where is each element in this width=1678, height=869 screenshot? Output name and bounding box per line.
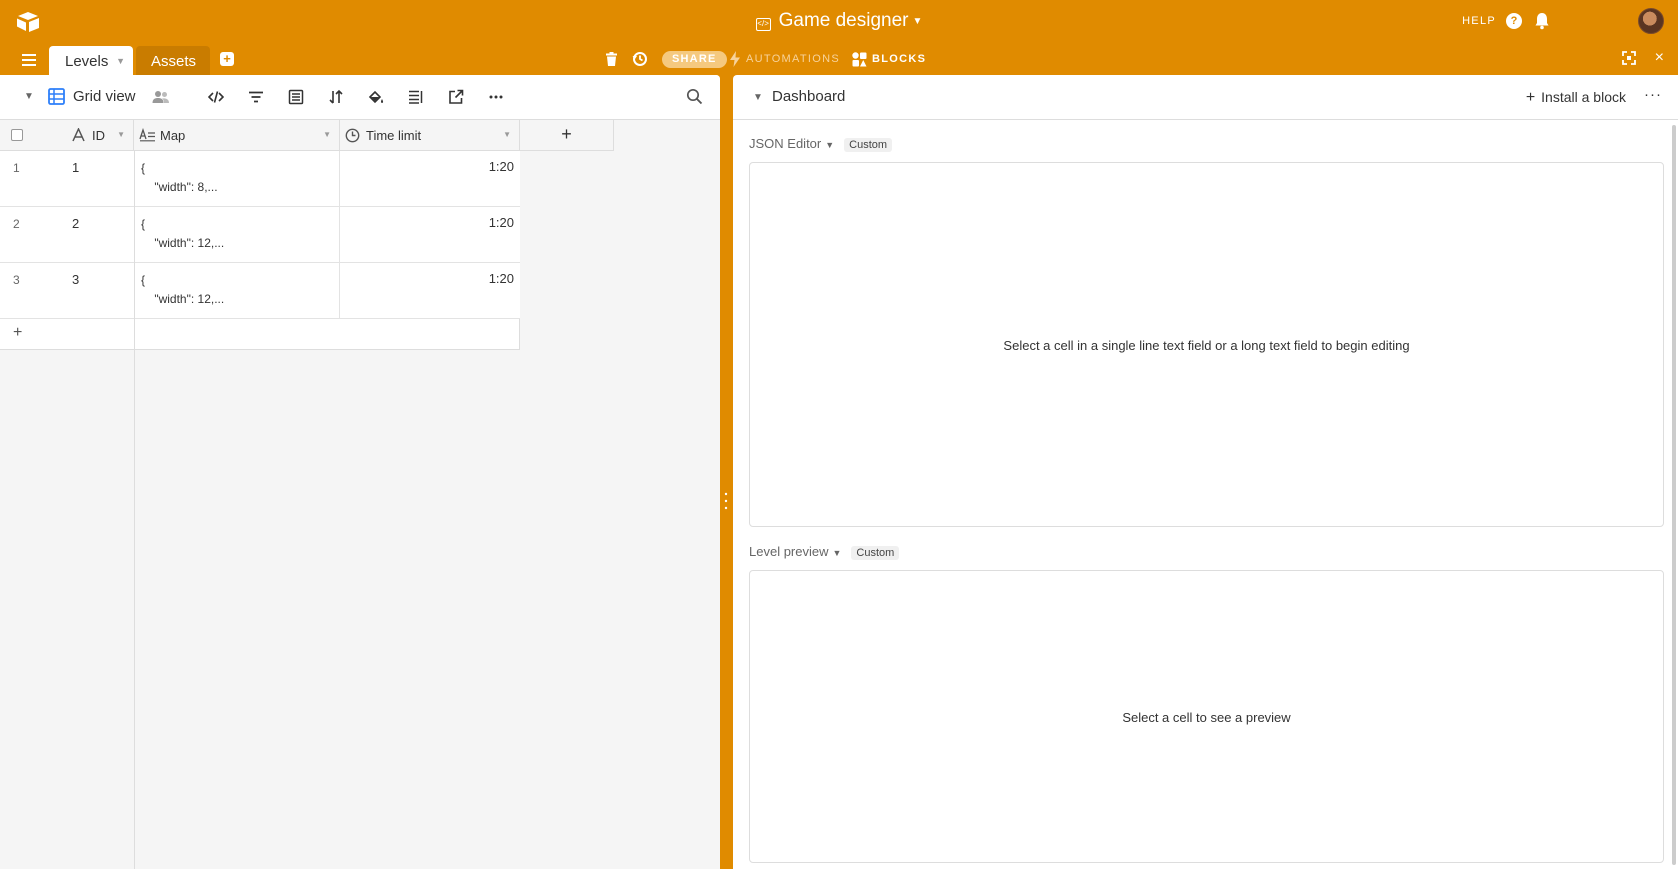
collaborative-view-icon[interactable] bbox=[152, 89, 170, 105]
plus-icon: + bbox=[1525, 89, 1536, 106]
grid-panel: ▼ Grid view ID ▼ Map ▼ Time limit ▼ + 1 … bbox=[0, 75, 720, 869]
block-empty-message: Select a cell in a single line text fiel… bbox=[1003, 338, 1410, 353]
table-tab-bar: Levels ▼ Assets + SHARE AUTOMATIONS BLOC… bbox=[0, 44, 1678, 75]
column-label-id: ID bbox=[92, 128, 105, 143]
block-header-json-editor[interactable]: JSON Editor ▼ Custom bbox=[749, 136, 893, 152]
select-all-checkbox[interactable] bbox=[11, 129, 23, 141]
dashboard-title[interactable]: Dashboard bbox=[772, 88, 845, 105]
level-preview-block[interactable]: Select a cell to see a preview bbox=[749, 570, 1664, 863]
search-icon[interactable] bbox=[686, 88, 703, 105]
chevron-down-icon[interactable]: ▼ bbox=[117, 130, 125, 139]
grid-header: ID ▼ Map ▼ Time limit ▼ + bbox=[0, 120, 720, 151]
column-header-id[interactable]: ID ▼ bbox=[0, 120, 134, 151]
panel-resize-handle[interactable] bbox=[724, 491, 728, 511]
tab-levels[interactable]: Levels ▼ bbox=[49, 46, 133, 75]
share-view-icon[interactable] bbox=[448, 89, 464, 105]
tab-levels-label: Levels bbox=[65, 53, 109, 70]
column-header-time-limit[interactable]: Time limit ▼ bbox=[340, 120, 520, 151]
block-header-level-preview[interactable]: Level preview ▼ Custom bbox=[749, 544, 900, 560]
cell-time-limit[interactable]: 1:20 bbox=[340, 215, 514, 230]
avatar[interactable] bbox=[1638, 8, 1664, 34]
install-block-label: Install a block bbox=[1541, 89, 1626, 105]
column-label-time-limit: Time limit bbox=[366, 128, 422, 143]
table-row[interactable]: 1 1 { "width": 8,... 1:20 bbox=[0, 151, 520, 207]
blocks-dashboard-panel: ▼ Dashboard + Install a block ··· JSON Ed… bbox=[733, 75, 1678, 869]
add-table-button[interactable]: + bbox=[220, 52, 234, 66]
block-empty-message: Select a cell to see a preview bbox=[1122, 710, 1291, 725]
filter-icon[interactable] bbox=[248, 89, 264, 105]
help-link[interactable]: HELP bbox=[1462, 15, 1496, 27]
block-name: JSON Editor bbox=[749, 136, 822, 151]
paint-bucket-icon[interactable] bbox=[368, 89, 384, 105]
chevron-down-icon[interactable]: ▼ bbox=[24, 91, 34, 102]
view-name[interactable]: Grid view bbox=[73, 88, 136, 105]
cell-time-limit[interactable]: 1:20 bbox=[340, 271, 514, 286]
long-text-field-icon bbox=[139, 128, 155, 142]
column-label-map: Map bbox=[160, 128, 186, 143]
chevron-down-icon[interactable]: ▼ bbox=[503, 130, 511, 139]
divider bbox=[134, 319, 135, 350]
view-bar: ▼ Grid view bbox=[0, 75, 720, 120]
tab-assets[interactable]: Assets bbox=[136, 46, 210, 75]
add-record-button[interactable]: + bbox=[13, 324, 22, 342]
base-title[interactable]: </> Game designer ▼ bbox=[0, 10, 1678, 32]
chevron-down-icon[interactable]: ▼ bbox=[825, 140, 834, 150]
block-name: Level preview bbox=[749, 544, 829, 559]
share-button[interactable]: SHARE bbox=[662, 51, 727, 68]
cell-map[interactable]: { "width": 12,... bbox=[134, 207, 340, 263]
grid-view-icon bbox=[48, 88, 65, 105]
dashboard-header: ▼ Dashboard + Install a block ··· bbox=[733, 75, 1678, 120]
cell-map[interactable]: { "width": 12,... bbox=[134, 263, 340, 319]
tab-assets-label: Assets bbox=[151, 53, 197, 70]
hamburger-menu-icon[interactable] bbox=[22, 54, 36, 66]
cell-map[interactable]: { "width": 8,... bbox=[134, 151, 340, 207]
row-height-icon[interactable] bbox=[408, 89, 424, 105]
cell-id[interactable]: 3 bbox=[72, 272, 79, 287]
code-base-icon: </> bbox=[755, 18, 771, 31]
history-icon[interactable] bbox=[632, 51, 648, 67]
cell-id[interactable]: 2 bbox=[72, 216, 79, 231]
chevron-down-icon[interactable]: ▼ bbox=[116, 56, 125, 66]
custom-tag: Custom bbox=[851, 546, 900, 560]
table-row[interactable]: 2 2 { "width": 12,... 1:20 bbox=[0, 207, 520, 263]
install-block-button[interactable]: + Install a block bbox=[1526, 89, 1626, 107]
close-icon[interactable]: × bbox=[1655, 49, 1664, 67]
trash-icon[interactable] bbox=[606, 52, 617, 66]
table-row[interactable]: 3 3 { "width": 12,... 1:20 bbox=[0, 263, 520, 319]
row-number: 3 bbox=[13, 273, 20, 287]
sort-icon[interactable] bbox=[328, 89, 344, 105]
blocks-icon[interactable] bbox=[852, 52, 867, 67]
frozen-column-divider bbox=[134, 350, 135, 869]
blocks-button[interactable]: BLOCKS bbox=[872, 53, 926, 65]
chevron-down-icon: ▼ bbox=[912, 16, 923, 27]
automations-bolt-icon[interactable] bbox=[730, 51, 740, 67]
help-icon[interactable]: ? bbox=[1506, 13, 1522, 29]
more-icon[interactable] bbox=[488, 89, 504, 105]
chevron-down-icon[interactable]: ▼ bbox=[833, 548, 842, 558]
row-number: 1 bbox=[13, 161, 20, 175]
more-icon[interactable]: ··· bbox=[1644, 86, 1662, 103]
add-field-button[interactable]: + bbox=[520, 120, 614, 151]
fullscreen-icon[interactable] bbox=[1622, 51, 1636, 65]
group-icon[interactable] bbox=[288, 89, 304, 105]
base-title-text: Game designer bbox=[778, 10, 909, 31]
automations-button[interactable]: AUTOMATIONS bbox=[746, 53, 840, 65]
top-bar: </> Game designer ▼ HELP ? bbox=[0, 0, 1678, 44]
cell-id[interactable]: 1 bbox=[72, 160, 79, 175]
bell-icon[interactable] bbox=[1534, 12, 1550, 30]
add-record-row[interactable]: + bbox=[0, 319, 520, 350]
custom-tag: Custom bbox=[844, 138, 893, 152]
code-icon[interactable] bbox=[208, 89, 224, 105]
cell-time-limit[interactable]: 1:20 bbox=[340, 159, 514, 174]
row-number: 2 bbox=[13, 217, 20, 231]
chevron-down-icon[interactable]: ▼ bbox=[753, 92, 763, 103]
clock-icon bbox=[345, 128, 360, 143]
text-field-icon bbox=[72, 128, 85, 142]
scrollbar[interactable] bbox=[1672, 125, 1676, 865]
column-header-map[interactable]: Map ▼ bbox=[134, 120, 340, 151]
json-editor-block[interactable]: Select a cell in a single line text fiel… bbox=[749, 162, 1664, 527]
chevron-down-icon[interactable]: ▼ bbox=[323, 130, 331, 139]
